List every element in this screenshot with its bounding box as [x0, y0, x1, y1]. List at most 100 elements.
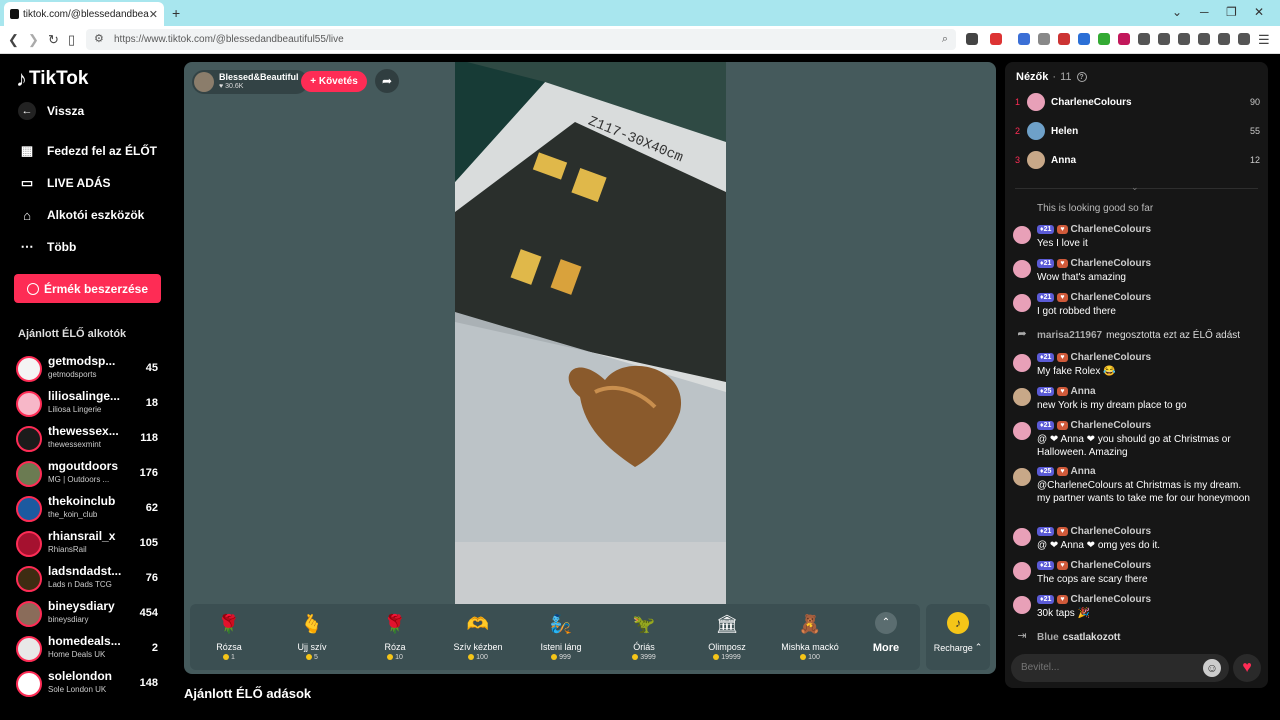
address-bar[interactable]: ⚙ https://www.tiktok.com/@blessedandbeau…: [86, 29, 956, 50]
more-gifts-button[interactable]: ⌃ More: [860, 612, 912, 654]
bookmark-icon[interactable]: ▯: [68, 32, 75, 48]
creator-item[interactable]: homedeals... Home Deals UK 2: [16, 634, 166, 666]
chat-message[interactable]: ♦25 ♥ Anna new York is my dream place to…: [1013, 386, 1263, 414]
extension-icon[interactable]: [1218, 33, 1230, 45]
music-icon[interactable]: [1158, 33, 1170, 45]
chat-message[interactable]: ♦21 ♥ CharleneColours The cops are scary…: [1013, 560, 1263, 588]
fan-badge: ♥: [1057, 225, 1068, 234]
gift-item[interactable]: 🫰 Ujj szív 5: [277, 610, 347, 662]
zoom-icon[interactable]: ⌕: [942, 29, 948, 50]
creator-item[interactable]: bineysdiary bineysdiary 454: [16, 599, 166, 631]
section-title: Ajánlott ÉLŐ alkotók: [18, 328, 127, 340]
tiktok-favicon-icon: [10, 9, 19, 19]
chat-panel: Nézők · 11 ? 1 CharleneColours 90 2 Hele…: [1005, 62, 1268, 688]
gift-item[interactable]: 🏛 Olimposz 19999: [692, 610, 762, 662]
warning-icon[interactable]: [990, 33, 1002, 45]
chevron-down-icon[interactable]: ⌄: [1131, 182, 1139, 193]
chevron-down-icon[interactable]: ⌄: [1172, 5, 1182, 19]
creator-item[interactable]: liliosalinge... Liliosa Lingerie 18: [16, 389, 166, 421]
info-icon[interactable]: ?: [1076, 72, 1087, 82]
site-info-icon[interactable]: ⚙: [94, 29, 104, 50]
chat-message[interactable]: ♦21 ♥ CharleneColours @ ❤ Anna ❤ omg yes…: [1013, 526, 1263, 554]
creator-item[interactable]: rhiansrail_x RhiansRail 105: [16, 529, 166, 561]
back-arrow-icon[interactable]: ❮: [8, 32, 19, 48]
creator-item[interactable]: getmodsp... getmodsports 45: [16, 354, 166, 386]
back-link[interactable]: ← Vissza: [18, 102, 84, 120]
browser-tab[interactable]: tiktok.com/@blessedandbea ✕: [4, 2, 164, 26]
new-tab-icon[interactable]: +: [172, 5, 180, 21]
extension-icon[interactable]: [1118, 33, 1130, 45]
extension-icon[interactable]: [1138, 33, 1150, 45]
forward-arrow-icon[interactable]: ❯: [28, 32, 39, 48]
username: CharleneColours: [1070, 560, 1152, 571]
level-badge: ♦21: [1037, 527, 1055, 536]
window-close-icon[interactable]: ✕: [1254, 5, 1264, 19]
creator-item[interactable]: ladsndadst... Lads n Dads TCG 76: [16, 564, 166, 596]
message-text: @CharleneColours at Christmas is my drea…: [1037, 480, 1250, 504]
gift-item[interactable]: 🦖 Óriás 3999: [609, 610, 679, 661]
translate-icon[interactable]: [1018, 33, 1030, 45]
shield-icon[interactable]: [1238, 33, 1250, 45]
extension-icon[interactable]: [1078, 33, 1090, 45]
nav-live[interactable]: ▭ LIVE ADÁS: [18, 174, 111, 192]
creator-sub: Home Deals UK: [48, 650, 106, 659]
message-text: This is looking good so far: [1037, 203, 1154, 214]
chat-message[interactable]: ♦21 ♥ CharleneColours My fake Rolex 😂: [1013, 352, 1263, 380]
emoji-icon[interactable]: ☺: [1203, 659, 1221, 677]
extension-icon[interactable]: [1038, 33, 1050, 45]
likes-count: 30.6K: [225, 83, 244, 90]
tab-close-icon[interactable]: ✕: [149, 8, 158, 21]
gift-item[interactable]: 🧸 Mishka mackó 100: [775, 610, 845, 662]
like-heart-icon[interactable]: ♥: [1233, 654, 1261, 682]
sidebar-icon[interactable]: [1178, 33, 1190, 45]
follow-button[interactable]: + Követés: [301, 71, 367, 92]
top-viewer-row[interactable]: 2 Helen 55: [1015, 119, 1260, 143]
creator-sub: the_koin_club: [48, 510, 98, 519]
top-viewer-row[interactable]: 1 CharleneColours 90: [1015, 90, 1260, 114]
creator-item[interactable]: solelondon Sole London UK 148: [16, 669, 166, 701]
chat-input[interactable]: [1011, 654, 1229, 682]
creator-item[interactable]: thewessex... thewessexmint 118: [16, 424, 166, 456]
menu-icon[interactable]: ☰: [1258, 32, 1270, 48]
host-info[interactable]: Blessed&Beautiful ♥ 30.6K: [192, 70, 308, 94]
share-icon[interactable]: ➦: [375, 69, 399, 93]
chat-message[interactable]: ♦21 ♥ CharleneColours I got robbed there: [1013, 292, 1263, 320]
tiktok-logo[interactable]: ♪ TikTok: [16, 66, 88, 92]
wallet-icon[interactable]: [1198, 33, 1210, 45]
host-avatar: [194, 72, 214, 92]
nav-more[interactable]: ⋯ Több: [18, 238, 77, 256]
extension-icon[interactable]: [1098, 33, 1110, 45]
recharge-button[interactable]: ♪ Recharge ⌃: [926, 604, 990, 670]
chat-message[interactable]: ♦25 ♥ Anna @CharleneColours at Christmas…: [1013, 466, 1263, 520]
gift-item[interactable]: 🌹 Rózsa 1: [194, 610, 264, 662]
chat-message[interactable]: ♦21 ♥ CharleneColours @ ❤ Anna ❤ you sho…: [1013, 420, 1263, 460]
message-header: ♦21 ♥ CharleneColours: [1037, 560, 1151, 571]
hls-icon[interactable]: [1058, 33, 1070, 45]
gift-name: Mishka mackó: [781, 642, 839, 652]
avatar: [16, 356, 42, 382]
chat-message: This is looking good so far: [1013, 202, 1263, 216]
get-coins-button[interactable]: Érmék beszerzése: [14, 274, 161, 303]
creator-item[interactable]: thekoinclub the_koin_club 62: [16, 494, 166, 526]
viewer-score: 55: [1249, 126, 1260, 136]
share-text: megosztotta ezt az ÉLŐ adást: [1106, 329, 1241, 341]
reload-icon[interactable]: ↻: [48, 32, 59, 48]
nav-explore-live[interactable]: ▦ Fedezd fel az ÉLŐT: [18, 142, 157, 160]
live-video[interactable]: Z117-30X40cm: [455, 62, 726, 604]
top-viewer-row[interactable]: 3 Anna 12: [1015, 148, 1260, 172]
gift-item[interactable]: 🧞 Isteni láng 999: [526, 610, 596, 662]
gift-item[interactable]: 🫶 Szív kézben 100: [443, 610, 513, 662]
gift-item[interactable]: 🌹 Róza 10: [360, 610, 430, 662]
fan-badge: ♥: [1057, 561, 1068, 570]
message-header: ♦21 ♥ CharleneColours: [1037, 420, 1151, 431]
creator-sub: Sole London UK: [48, 685, 107, 694]
creator-item[interactable]: mgoutdoors MG | Outdoors ... 176: [16, 459, 166, 491]
nav-creator-tools[interactable]: ⌂ Alkotói eszközök: [18, 206, 144, 224]
gift-price: 1: [194, 654, 264, 661]
shield-icon[interactable]: [966, 33, 978, 45]
chat-message[interactable]: ♦21 ♥ CharleneColours Wow that's amazing: [1013, 258, 1263, 286]
chat-message[interactable]: ♦21 ♥ CharleneColours 30k taps 🎉: [1013, 594, 1263, 622]
restore-icon[interactable]: ❐: [1226, 5, 1237, 19]
minimize-icon[interactable]: ─: [1200, 5, 1209, 19]
chat-message[interactable]: ♦21 ♥ CharleneColours Yes I love it: [1013, 224, 1263, 252]
